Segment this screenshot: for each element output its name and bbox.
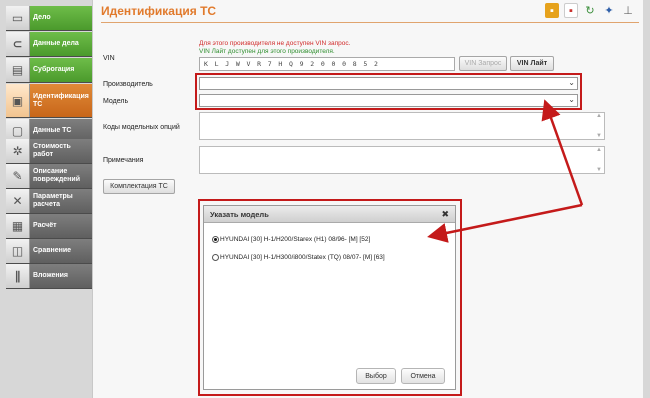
scroll-arrows: ▲ ▼	[596, 147, 602, 173]
vin-unavailable-message: Для этого производителя не доступен VIN …	[199, 40, 351, 47]
refresh-icon[interactable]: ↻	[583, 3, 597, 18]
close-icon[interactable]: ✖	[441, 209, 449, 220]
radio-selected[interactable]	[212, 236, 219, 243]
sidebar-item-label: Стоимость работ	[33, 143, 71, 158]
model-option-label: HYUNDAI [30] H-1/H200/Starex (H1) 08/96-…	[220, 236, 371, 243]
model-option[interactable]: HYUNDAI [30] H-1/H200/Starex (H1) 08/96-…	[212, 236, 370, 243]
vin-label: VIN	[103, 55, 115, 62]
toolbar: ▪ ▪ ↻ ✦ ⊥	[545, 3, 635, 18]
notes-field[interactable]: ▲ ▼	[199, 146, 605, 174]
model-option[interactable]: HYUNDAI [30] H-1/H300/i800/Statex (TQ) 0…	[212, 254, 385, 261]
model-options-field[interactable]: ▲ ▼	[199, 112, 605, 140]
vin-input[interactable]: K L J W V R 7 H Q 9 2 0 0 0 8 5 2	[199, 57, 455, 71]
equipment-button[interactable]: Комплектация ТС	[103, 179, 175, 194]
car-icon: ▣	[6, 84, 30, 117]
sidebar-item-label: Описание повреждений	[33, 168, 81, 183]
model-label: Модель	[103, 98, 129, 105]
model-options-label: Коды модельных опций	[103, 124, 180, 131]
sidebar-item-label: Расчёт	[33, 222, 57, 229]
select-model-dialog: Указать модель ✖ HYUNDAI [30] H-1/H200/S…	[203, 205, 456, 390]
notes-label: Примечания	[103, 157, 144, 164]
gears-icon: ✲	[6, 139, 30, 163]
vin-request-button[interactable]: VIN Запрос	[459, 56, 507, 71]
sidebar-item-labor-cost[interactable]: ✲ Стоимость работ	[6, 139, 92, 164]
network-icon[interactable]: ✦	[602, 3, 616, 18]
wrench-icon: ✎	[6, 164, 30, 188]
sidebar-item-comparison[interactable]: ◫ Сравнение	[6, 239, 92, 264]
vin-lite-message: VIN Лайт доступен для этого производител…	[199, 48, 335, 55]
dialog-header: Указать модель ✖	[204, 206, 455, 223]
sidebar-item-subrogation[interactable]: ▤ Суброгация	[6, 58, 92, 83]
sidebar-item-label: Параметры расчета	[33, 193, 73, 208]
sidebar-item-calc-params[interactable]: ✕ Параметры расчета	[6, 189, 92, 214]
sidebar-item-damage-description[interactable]: ✎ Описание повреждений	[6, 164, 92, 189]
sidebar-item-label: Сравнение	[33, 247, 72, 254]
sidebar-item-attachments[interactable]: ∥ Вложения	[6, 264, 92, 289]
sidebar-item-label: Идентификация ТС	[33, 92, 89, 108]
attachment-icon: ∥	[6, 264, 30, 288]
window-edge	[643, 0, 650, 398]
sidebar-item-label: Данные ТС	[33, 127, 72, 134]
calculator-icon: ▦	[6, 214, 30, 238]
title-divider	[101, 22, 639, 23]
sidebar-item-label: Вложения	[33, 272, 68, 279]
sidebar-item-case-data[interactable]: ⊂ Данные дела	[6, 32, 92, 57]
lock-icon[interactable]: ⊥	[621, 3, 635, 18]
sidebar-item-label: Суброгация	[33, 66, 75, 73]
cancel-button[interactable]: Отмена	[401, 368, 445, 384]
manufacturer-label: Производитель	[103, 81, 153, 88]
compare-icon: ◫	[6, 239, 30, 263]
selection-highlight	[195, 73, 582, 110]
sidebar-item-vehicle-identification[interactable]: ▣ Идентификация ТС	[6, 84, 98, 118]
sidebar-item-calculation[interactable]: ▦ Расчёт	[6, 214, 92, 239]
vin-messages: Для этого производителя не доступен VIN …	[199, 40, 350, 56]
doc-icon: ▭	[6, 6, 30, 30]
scroll-arrows: ▲ ▼	[596, 113, 602, 139]
pdf-icon[interactable]: ▪	[564, 3, 578, 18]
sidebar-item-label: Дело	[33, 14, 51, 21]
model-option-label: HYUNDAI [30] H-1/H300/i800/Statex (TQ) 0…	[220, 254, 385, 261]
tools-icon: ✕	[6, 189, 30, 213]
sidebar-item-case[interactable]: ▭ Дело	[6, 6, 92, 31]
save-icon[interactable]: ▪	[545, 3, 559, 18]
folder-icon: ▤	[6, 58, 30, 82]
paperclip-icon: ⊂	[6, 32, 30, 56]
select-button[interactable]: Выбор	[356, 368, 396, 384]
sidebar-item-label: Данные дела	[33, 40, 79, 47]
radio-unselected[interactable]	[212, 254, 219, 261]
sidebar: ▭ Дело ⊂ Данные дела ▤ Суброгация ▣ Иден…	[6, 6, 98, 398]
vin-lite-button[interactable]: VIN Лайт	[510, 56, 554, 71]
dialog-title: Указать модель	[210, 209, 269, 219]
page-title: Идентификация ТС	[101, 4, 217, 18]
